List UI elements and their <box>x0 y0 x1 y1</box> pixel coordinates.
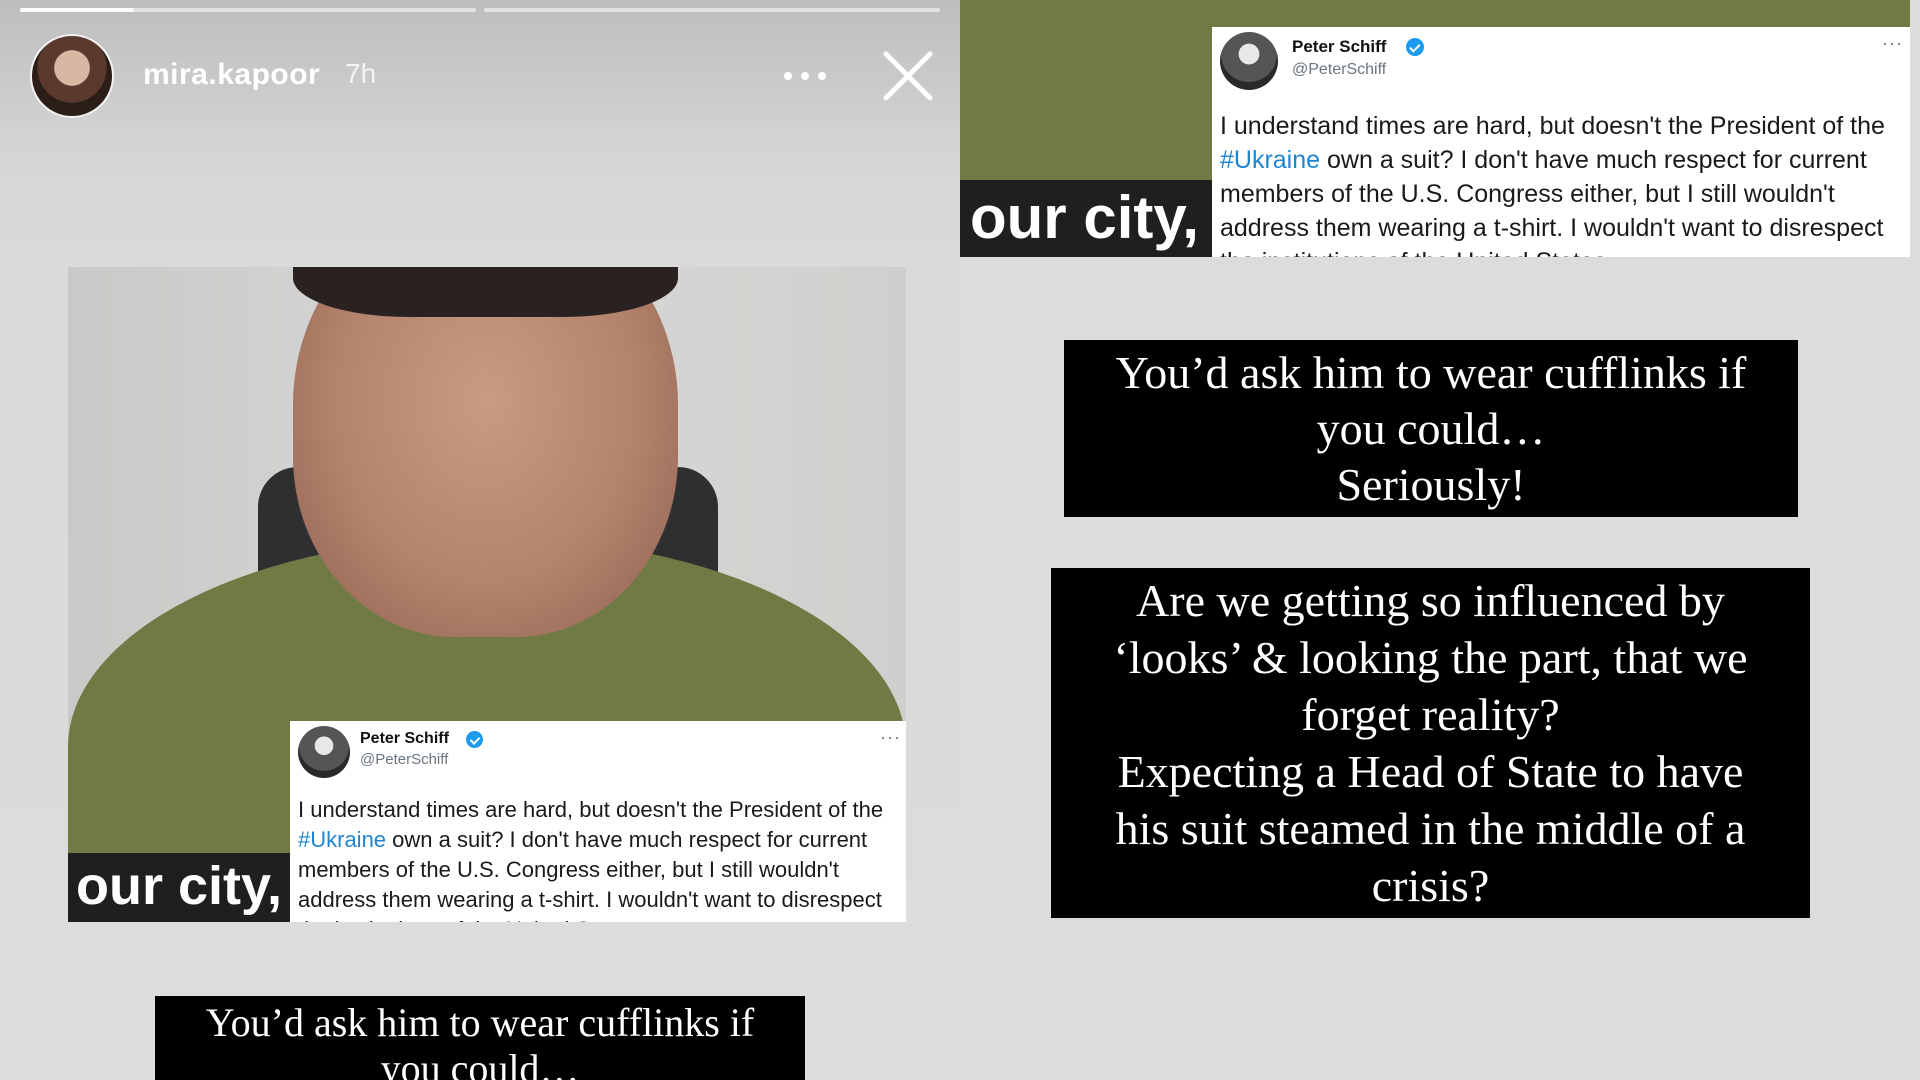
video-caption-text: our city, <box>76 856 283 916</box>
story-progress-segment <box>20 8 476 12</box>
video-frame: our city, Peter Schiff @PeterSchiff ··· … <box>960 0 1910 257</box>
story-time-ago: 7h <box>345 58 377 89</box>
tweet-text-end: own a suit? I don't have much respect fo… <box>298 827 882 922</box>
tweet-author-handle[interactable]: @PeterSchiff <box>360 751 448 768</box>
tweet-more-icon[interactable]: ··· <box>880 727 901 748</box>
text-block-line: you could… <box>1316 403 1546 454</box>
text-block-line: ‘looks’ & looking the part, that we <box>1113 632 1748 683</box>
text-block-line: Expecting a Head of State to have <box>1117 746 1744 797</box>
tweet-author-name[interactable]: Peter Schiff <box>1292 37 1386 57</box>
text-block-line: Seriously! <box>1336 459 1526 510</box>
video-caption-text: our city, <box>970 184 1199 251</box>
verified-badge-icon <box>466 731 483 748</box>
tweet-card[interactable]: Peter Schiff @PeterSchiff ··· I understa… <box>290 721 906 922</box>
tweet-more-icon[interactable]: ··· <box>1882 33 1903 54</box>
verified-badge-icon <box>1406 38 1424 56</box>
text-block-line: crisis? <box>1371 860 1490 911</box>
tweet-text-start: I understand times are hard, but doesn't… <box>298 797 884 822</box>
story-panel-left: mira.kapoor 7h our city, Peter Schiff @P… <box>0 0 960 1080</box>
story-username[interactable]: mira.kapoor <box>143 58 320 92</box>
video-frame: our city, Peter Schiff @PeterSchiff ··· … <box>68 267 906 922</box>
video-caption: our city, <box>960 180 1212 257</box>
progress-fill <box>20 8 134 12</box>
text-block-cufflinks: You’d ask him to wear cufflinks if you c… <box>1064 340 1798 517</box>
text-block-cufflinks: You’d ask him to wear cufflinks if you c… <box>155 996 805 1080</box>
text-block-line: his suit steamed in the middle of a <box>1115 803 1746 854</box>
tweet-text-end: own a suit? I don't have much respect fo… <box>1220 146 1884 257</box>
more-options-icon[interactable] <box>780 55 830 95</box>
tweet-text: I understand times are hard, but doesn't… <box>298 795 902 922</box>
close-icon[interactable] <box>880 48 936 104</box>
tweet-author-name[interactable]: Peter Schiff <box>360 730 449 748</box>
text-block-line: You’d ask him to wear cufflinks if <box>1115 347 1747 398</box>
video-caption: our city, <box>68 853 293 922</box>
tweet-text: I understand times are hard, but doesn't… <box>1220 109 1906 257</box>
tweet-text-start: I understand times are hard, but doesn't… <box>1220 112 1885 140</box>
story-panel-right: our city, Peter Schiff @PeterSchiff ··· … <box>960 0 1920 1080</box>
text-block-line: Are we getting so influenced by <box>1136 575 1725 626</box>
avatar[interactable] <box>30 34 114 118</box>
text-block-influenced: Are we getting so influenced by ‘looks’ … <box>1051 568 1810 918</box>
tweet-hashtag[interactable]: #Ukraine <box>1220 146 1320 174</box>
tweet-avatar[interactable] <box>1220 32 1278 90</box>
text-block-line: forget reality? <box>1301 689 1560 740</box>
text-block-line: you could… <box>380 1046 580 1080</box>
person-hair <box>293 267 678 317</box>
tweet-avatar[interactable] <box>298 726 350 778</box>
tweet-author-handle[interactable]: @PeterSchiff <box>1292 61 1386 79</box>
tweet-card[interactable]: Peter Schiff @PeterSchiff ··· I understa… <box>1212 27 1910 257</box>
person-face <box>293 267 678 637</box>
story-progress-segment <box>484 8 940 12</box>
text-block-line: You’d ask him to wear cufflinks if <box>205 1000 755 1045</box>
tweet-hashtag[interactable]: #Ukraine <box>298 827 386 852</box>
